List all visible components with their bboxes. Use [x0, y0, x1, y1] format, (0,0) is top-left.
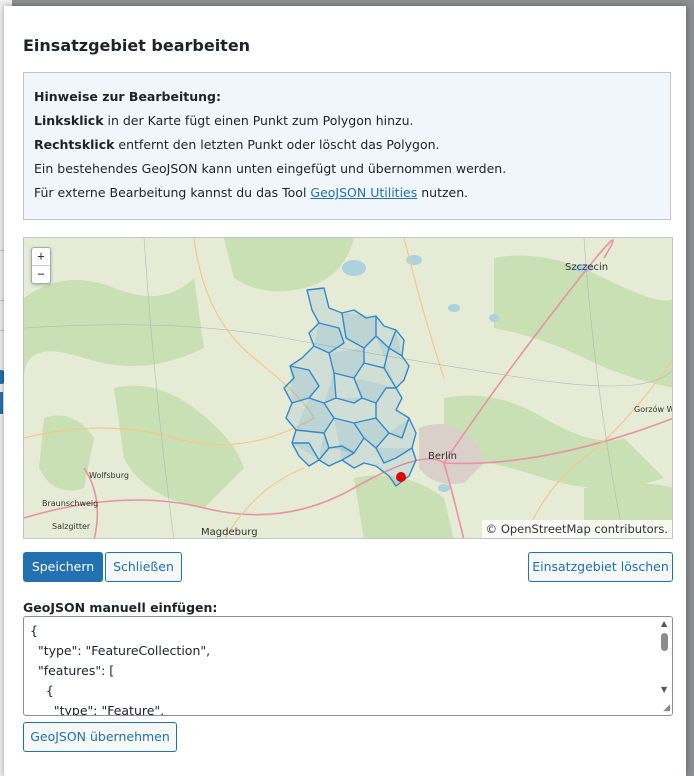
- close-button[interactable]: Schließen: [105, 552, 182, 582]
- edit-area-dialog: Einsatzgebiet bearbeiten Hinweise zur Be…: [4, 6, 686, 776]
- scroll-thumb[interactable]: [661, 633, 668, 651]
- label-gorzow: Gorzów Wlk: [634, 404, 673, 414]
- map-tiles: Szczecin Berlin Magdeburg Wolfsburg Brau…: [24, 238, 673, 538]
- resize-grip-icon[interactable]: ◢: [663, 703, 670, 713]
- delete-area-button[interactable]: Einsatzgebiet löschen: [528, 552, 673, 582]
- area-map[interactable]: Szczecin Berlin Magdeburg Wolfsburg Brau…: [23, 237, 673, 539]
- label-szczecin: Szczecin: [565, 262, 608, 273]
- hint-external-text: Für externe Bearbeitung kannst du das To…: [34, 185, 311, 200]
- label-salzgitter: Salzgitter: [52, 522, 91, 531]
- textarea-scrollbar[interactable]: ▲ ▼: [658, 617, 672, 715]
- dialog-title: Einsatzgebiet bearbeiten: [23, 36, 251, 55]
- save-button[interactable]: Speichern: [23, 552, 103, 582]
- hint-right-click-text: entfernt den letzten Punkt oder löscht d…: [114, 137, 440, 152]
- hint-left-click-label: Linksklick: [34, 113, 104, 128]
- scroll-up-icon[interactable]: ▲: [661, 619, 667, 628]
- background-accent: [0, 392, 3, 414]
- geojson-textarea[interactable]: [24, 617, 656, 715]
- label-braunschweig: Braunschweig: [42, 499, 98, 508]
- label-wolfsburg: Wolfsburg: [89, 471, 129, 480]
- map-attribution: © OpenStreetMap contributors.: [481, 520, 672, 538]
- zoom-out-button[interactable]: −: [32, 265, 50, 283]
- label-berlin: Berlin: [428, 451, 457, 462]
- location-marker: [396, 472, 406, 482]
- geojson-label: GeoJSON manuell einfügen:: [23, 600, 218, 615]
- zoom-in-button[interactable]: +: [32, 248, 50, 265]
- zoom-control: + −: [31, 247, 51, 284]
- geojson-textarea-frame: ▲ ▼ ◢: [23, 616, 673, 716]
- hints-heading: Hinweise zur Bearbeitung:: [34, 89, 221, 104]
- editing-hints-notice: Hinweise zur Bearbeitung: Linksklick in …: [23, 72, 671, 220]
- apply-geojson-button[interactable]: GeoJSON übernehmen: [23, 722, 177, 752]
- geojson-utilities-link[interactable]: GeoJSON Utilities: [310, 185, 417, 200]
- hint-external-text-end: nutzen.: [417, 185, 469, 200]
- hint-geojson-text: Ein bestehendes GeoJSON kann unten einge…: [34, 161, 507, 176]
- hint-right-click-label: Rechtsklick: [34, 137, 115, 152]
- hint-left-click-text: in der Karte fügt einen Punkt zum Polygo…: [103, 113, 414, 128]
- label-magdeburg: Magdeburg: [201, 527, 258, 538]
- scroll-down-icon[interactable]: ▼: [661, 685, 667, 694]
